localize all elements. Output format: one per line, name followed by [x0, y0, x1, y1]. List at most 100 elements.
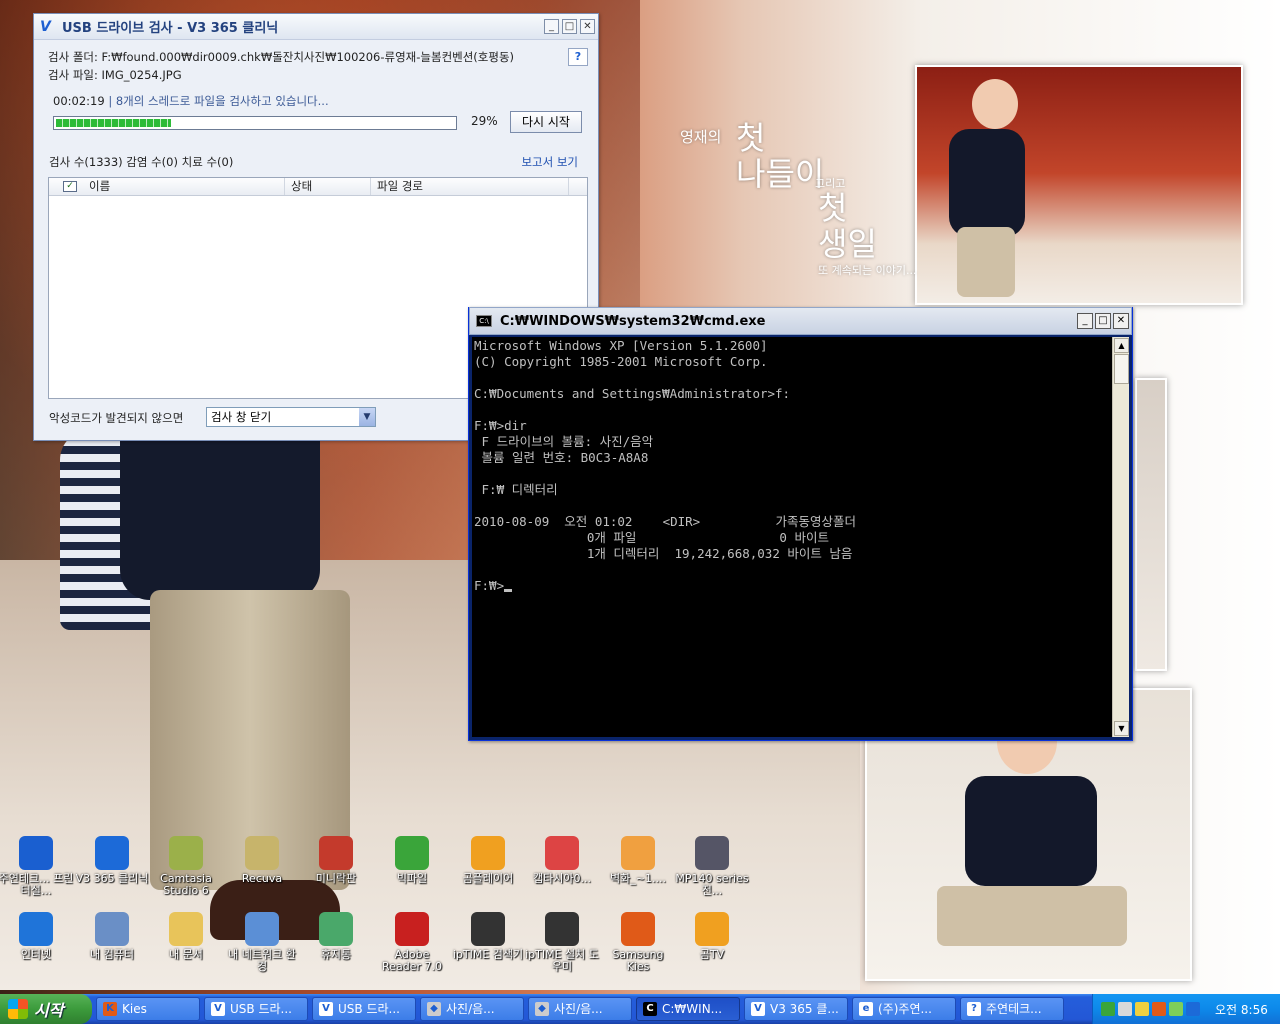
cmd-title-bar[interactable]: C:\ C:₩WINDOWS₩system32₩cmd.exe _ □ ✕	[469, 307, 1132, 335]
taskbar-button-label: V3 365 클...	[770, 1002, 839, 1016]
taskbar-button[interactable]: e (주)주연...	[852, 997, 956, 1021]
v3-title-bar[interactable]: V USB 드라이브 검사 - V3 365 클리닉 _ □ ✕	[34, 14, 598, 40]
poem-text-2: 첫 나들이	[736, 120, 824, 192]
restart-button[interactable]: 다시 시작	[510, 111, 582, 133]
taskbar-button[interactable]: ? 주연테크...	[960, 997, 1064, 1021]
desktop-icon[interactable]: 휴지통	[298, 912, 374, 961]
taskbar-button-label: USB 드라...	[338, 1002, 400, 1016]
poem-line-6: 생일	[818, 225, 877, 263]
select-all-checkbox[interactable]: ✓	[63, 181, 77, 192]
windows-logo-icon	[8, 999, 28, 1019]
desktop-icon[interactable]: 미니락판	[298, 836, 374, 885]
v3-icon: V	[319, 1002, 333, 1016]
close-button[interactable]: ✕	[1113, 313, 1129, 329]
desktop-icon[interactable]: 곰TV	[674, 912, 750, 961]
taskbar-button-label: 사진/음...	[554, 1002, 603, 1016]
console-line: (C) Copyright 1985-2001 Microsoft Corp.	[474, 354, 768, 369]
v3-window-title: USB 드라이브 검사 - V3 365 클리닉	[62, 21, 279, 36]
recuva-icon	[245, 836, 279, 870]
tray-network-icon[interactable]	[1101, 1002, 1115, 1016]
console-line: F:₩>dir	[474, 418, 527, 433]
console-line: F:₩>	[474, 578, 1111, 594]
v3-icon: V	[751, 1002, 765, 1016]
desktop-icon[interactable]: 빅파일	[374, 836, 450, 885]
desktop-icon[interactable]: 캡타시아0...	[524, 836, 600, 885]
help-icon: ?	[967, 1002, 981, 1016]
photo-child-vest	[965, 776, 1097, 886]
report-view-link[interactable]: 보고서 보기	[521, 154, 578, 170]
tray-safely-remove-icon[interactable]	[1169, 1002, 1183, 1016]
photo-child-pants	[957, 227, 1015, 297]
chevron-down-icon[interactable]: ▼	[359, 408, 375, 426]
desktop-icon-label: 내 문서	[169, 948, 203, 961]
tray-kies-icon[interactable]	[1152, 1002, 1166, 1016]
gomplayer-icon	[471, 836, 505, 870]
desktop-icon[interactable]: 내 네트워크 환경	[224, 912, 300, 973]
scroll-up-icon[interactable]: ▲	[1114, 338, 1129, 353]
desktop-icon-label: 휴지통	[320, 948, 352, 961]
taskbar-button[interactable]: V USB 드라...	[204, 997, 308, 1021]
desktop-icon[interactable]: 주연테크... 프린터설...	[0, 836, 74, 897]
column-status[interactable]: 상태	[285, 178, 371, 195]
cmd-console-output[interactable]: Microsoft Windows XP [Version 5.1.2600](…	[472, 337, 1113, 737]
start-button[interactable]: 시작	[0, 994, 92, 1024]
column-name[interactable]: 이름	[83, 178, 285, 195]
taskbar-button-label: Kies	[122, 1002, 147, 1016]
taskbar-button[interactable]: K Kies	[96, 997, 200, 1021]
console-line: F:₩ 디렉터리	[474, 482, 558, 497]
start-label: 시작	[34, 1001, 64, 1020]
desktop-icon[interactable]: Recuva	[224, 836, 300, 885]
recycle-bin-icon	[319, 912, 353, 946]
desktop-icon[interactable]: 내 컴퓨터	[74, 912, 150, 961]
taskbar-button[interactable]: V V3 365 클...	[744, 997, 848, 1021]
taskbar-button[interactable]: V USB 드라...	[312, 997, 416, 1021]
desktop-icon[interactable]: 벽화_~1....	[600, 836, 676, 885]
desktop-icon[interactable]: 내 문서	[148, 912, 224, 961]
scroll-down-icon[interactable]: ▼	[1114, 721, 1129, 736]
desktop-icon[interactable]: MP140 series 전...	[674, 836, 750, 897]
desktop-icon-label: 미니락판	[315, 872, 357, 885]
tray-monitor-icon[interactable]	[1118, 1002, 1132, 1016]
v3-icon	[95, 836, 129, 870]
desktop-icon-label: 인터넷	[20, 948, 52, 961]
console-line: 1개 디렉터리 19,242,668,032 바이트 남음	[474, 546, 853, 561]
tray-v3-icon[interactable]	[1186, 1002, 1200, 1016]
minimize-button[interactable]: _	[544, 19, 559, 34]
taskbar-button[interactable]: ◆ 사진/음...	[420, 997, 524, 1021]
taskbar-button-label: 사진/음...	[446, 1002, 495, 1016]
desktop-icon[interactable]: 곰플레이어	[450, 836, 526, 885]
network-icon	[245, 912, 279, 946]
cmd-icon: C:\	[476, 315, 492, 327]
close-button[interactable]: ✕	[580, 19, 595, 34]
desktop-icon[interactable]: ipTIME 설치 도우미	[524, 912, 600, 973]
desktop-icon-label: Adobe Reader 7.0	[382, 948, 442, 973]
clock[interactable]: 오전 8:56	[1215, 1001, 1268, 1018]
cmd-scrollbar[interactable]: ▲ ▼	[1112, 337, 1129, 737]
desktop-icon-label: 내 네트워크 환경	[228, 948, 296, 973]
maximize-button[interactable]: □	[1095, 313, 1111, 329]
scan-file-line: 검사 파일: IMG_0254.JPG	[48, 68, 182, 82]
column-path[interactable]: 파일 경로	[371, 178, 569, 195]
taskbar-button[interactable]: ◆ 사진/음...	[528, 997, 632, 1021]
after-scan-select-value: 검사 창 닫기	[211, 410, 272, 424]
desktop-icon[interactable]: ipTIME 검색기	[450, 912, 526, 961]
desktop-icon[interactable]: Camtasia Studio 6	[148, 836, 224, 897]
desktop-icon[interactable]: 인터넷	[0, 912, 74, 961]
desktop-icon-label: 곰플레이어	[462, 872, 514, 885]
desktop-icon[interactable]: Samsung Kies	[600, 912, 676, 973]
tray-volume-icon[interactable]	[1135, 1002, 1149, 1016]
desktop-icon[interactable]: V3 365 클리닉	[74, 836, 150, 885]
taskbar-button[interactable]: C C:₩WIN...	[636, 997, 740, 1021]
desktop-icon-label: Samsung Kies	[612, 948, 664, 973]
after-scan-select[interactable]: 검사 창 닫기 ▼	[206, 407, 376, 427]
bigfile-icon	[395, 836, 429, 870]
minimize-button[interactable]: _	[1077, 313, 1093, 329]
cmd-window[interactable]: C:\ C:₩WINDOWS₩system32₩cmd.exe _ □ ✕ Mi…	[468, 307, 1133, 741]
maximize-button[interactable]: □	[562, 19, 577, 34]
help-button[interactable]: ?	[568, 48, 588, 66]
desktop-icon[interactable]: Adobe Reader 7.0	[374, 912, 450, 973]
scroll-thumb[interactable]	[1114, 354, 1129, 384]
cmd-icon: C	[643, 1002, 657, 1016]
